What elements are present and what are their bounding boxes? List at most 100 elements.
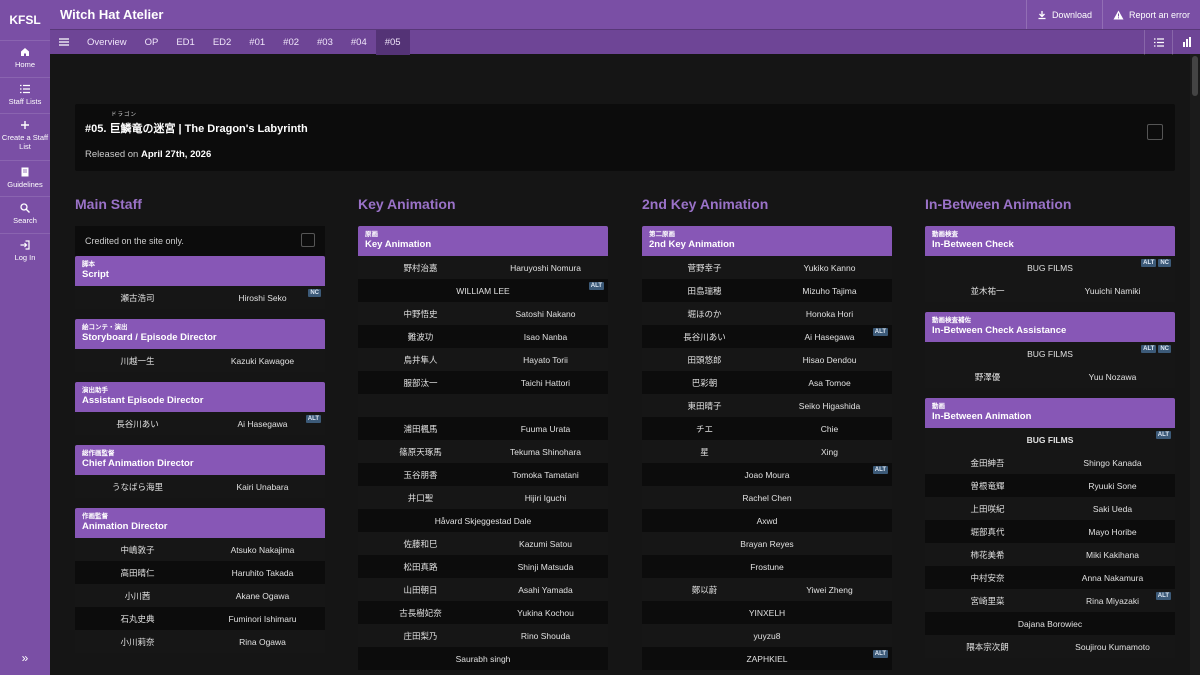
staff-name-jp[interactable]: 中村安奈 <box>925 572 1050 584</box>
staff-name-jp[interactable]: 堀ほのか <box>642 308 767 320</box>
staff-name-jp[interactable]: 堀部真代 <box>925 526 1050 538</box>
staff-name-en[interactable]: Honoka Hori <box>767 309 892 319</box>
staff-name-jp[interactable]: 長谷川あい <box>642 331 767 343</box>
staff-name[interactable]: WILLIAM LEE <box>358 286 608 296</box>
studio-name[interactable]: BUG FILMS <box>925 349 1175 359</box>
tab-overview[interactable]: Overview <box>78 30 136 55</box>
staff-name-jp[interactable]: 星 <box>642 446 767 458</box>
staff-name-en[interactable]: Rina Ogawa <box>200 637 325 647</box>
staff-name-en[interactable]: Ryuuki Sone <box>1050 481 1175 491</box>
staff-name[interactable]: Rachel Chen <box>642 493 892 503</box>
staff-name-en[interactable]: Mayo Horibe <box>1050 527 1175 537</box>
staff-name-jp[interactable]: 小川茜 <box>75 590 200 602</box>
staff-name-en[interactable]: Isao Nanba <box>483 332 608 342</box>
staff-name-jp[interactable]: 服部汰一 <box>358 377 483 389</box>
staff-name-jp[interactable]: 曽根竜輝 <box>925 480 1050 492</box>
tab-ep01[interactable]: #01 <box>240 30 274 55</box>
staff-name-en[interactable]: Haruyoshi Nomura <box>483 263 608 273</box>
staff-name-jp[interactable]: 宮崎里菜 <box>925 595 1050 607</box>
staff-name-jp[interactable]: 中嶋敦子 <box>75 544 200 556</box>
staff-name[interactable]: YINXELH <box>642 608 892 618</box>
scrollbar[interactable] <box>1190 54 1200 675</box>
staff-name-jp[interactable]: 井口聖 <box>358 492 483 504</box>
staff-name-en[interactable]: Atsuko Nakajima <box>200 545 325 555</box>
staff-name-jp[interactable]: チエ <box>642 423 767 435</box>
studio-name[interactable]: BUG FILMS <box>925 435 1175 445</box>
staff-name-en[interactable]: Asahi Yamada <box>483 585 608 595</box>
staff-name-jp[interactable]: 田島瑞穂 <box>642 285 767 297</box>
staff-name-jp[interactable]: 篠原天琢馬 <box>358 446 483 458</box>
staff-name-jp[interactable]: 佐藤和巳 <box>358 538 483 550</box>
staff-name-jp[interactable]: 並木祐一 <box>925 285 1050 297</box>
staff-name-en[interactable]: Kairi Unabara <box>200 482 325 492</box>
staff-name[interactable]: ZAPHKIEL <box>642 654 892 664</box>
menu-icon[interactable] <box>50 30 78 55</box>
staff-name-en[interactable]: Yuuichi Namiki <box>1050 286 1175 296</box>
staff-name-jp[interactable]: 金田紳吾 <box>925 457 1050 469</box>
staff-name[interactable]: Håvard Skjeggestad Dale <box>358 516 608 526</box>
sidebar-item-guidelines[interactable]: Guidelines <box>0 160 50 196</box>
staff-name-jp[interactable]: 田頭悠郎 <box>642 354 767 366</box>
tab-ep05[interactable]: #05 <box>375 29 410 55</box>
staff-name-en[interactable]: Anna Nakamura <box>1050 573 1175 583</box>
staff-name-en[interactable]: Mizuho Tajima <box>767 286 892 296</box>
staff-name[interactable]: Brayan Reyes <box>642 539 892 549</box>
staff-name-en[interactable]: Miki Kakihana <box>1050 550 1175 560</box>
staff-name-en[interactable]: Hiroshi Seko <box>200 293 325 303</box>
sidebar-item-search[interactable]: Search <box>0 196 50 233</box>
scrollbar-thumb[interactable] <box>1192 56 1198 96</box>
staff-name-en[interactable]: Hijiri Iguchi <box>483 493 608 503</box>
staff-name-en[interactable]: Chie <box>767 424 892 434</box>
staff-name-en[interactable]: Fuuma Urata <box>483 424 608 434</box>
staff-name-jp[interactable]: 川越一生 <box>75 355 200 367</box>
staff-name-en[interactable]: Hisao Dendou <box>767 355 892 365</box>
expand-sidebar-icon[interactable]: » <box>0 651 50 665</box>
staff-name-en[interactable]: Kazumi Satou <box>483 539 608 549</box>
sidebar-item-create-a-staff-list[interactable]: Create a Staff List <box>0 113 50 160</box>
staff-name-jp[interactable]: 菅野幸子 <box>642 262 767 274</box>
staff-name-en[interactable]: Xing <box>767 447 892 457</box>
staff-name-jp[interactable]: 鄭以蔚 <box>642 584 767 596</box>
staff-name[interactable]: Saurabh singh <box>358 654 608 664</box>
staff-name-en[interactable]: Shingo Kanada <box>1050 458 1175 468</box>
staff-name-en[interactable]: Satoshi Nakano <box>483 309 608 319</box>
staff-name-en[interactable]: Saki Ueda <box>1050 504 1175 514</box>
staff-name-en[interactable]: Haruhito Takada <box>200 568 325 578</box>
download-button[interactable]: Download <box>1025 0 1102 29</box>
staff-name-en[interactable]: Tekuma Shinohara <box>483 447 608 457</box>
list-view-icon[interactable] <box>1144 29 1172 55</box>
staff-name-jp[interactable]: 小川莉奈 <box>75 636 200 648</box>
staff-name-jp[interactable]: 浦田楓馬 <box>358 423 483 435</box>
tab-op[interactable]: OP <box>136 30 168 55</box>
staff-name-jp[interactable]: 石丸史典 <box>75 613 200 625</box>
note-icon[interactable] <box>1147 124 1163 140</box>
staff-name-en[interactable]: Fuminori Ishimaru <box>200 614 325 624</box>
report-error-button[interactable]: Report an error <box>1101 0 1200 29</box>
staff-name-jp[interactable]: 玉谷朋香 <box>358 469 483 481</box>
staff-name-jp[interactable]: 柿花美希 <box>925 549 1050 561</box>
note-icon[interactable] <box>301 233 315 247</box>
staff-name-en[interactable]: Yukiko Kanno <box>767 263 892 273</box>
staff-name-en[interactable]: Tomoka Tamatani <box>483 470 608 480</box>
staff-name-jp[interactable]: 庄田梨乃 <box>358 630 483 642</box>
staff-name-en[interactable]: Yiwei Zheng <box>767 585 892 595</box>
staff-name-jp[interactable]: 巴彩朝 <box>642 377 767 389</box>
staff-name[interactable]: Frostune <box>642 562 892 572</box>
staff-name-en[interactable]: Kazuki Kawagoe <box>200 356 325 366</box>
staff-name-jp[interactable]: 野澤優 <box>925 371 1050 383</box>
staff-name-jp[interactable]: 古長樹妃奈 <box>358 607 483 619</box>
staff-name-jp[interactable]: 中野悟史 <box>358 308 483 320</box>
staff-name-en[interactable]: Yukina Kochou <box>483 608 608 618</box>
sidebar-item-staff-lists[interactable]: Staff Lists <box>0 77 50 113</box>
chart-view-icon[interactable] <box>1172 29 1200 55</box>
staff-name-en[interactable]: Akane Ogawa <box>200 591 325 601</box>
staff-name-en[interactable]: Taichi Hattori <box>483 378 608 388</box>
staff-name-jp[interactable]: 上田咲紀 <box>925 503 1050 515</box>
staff-name[interactable]: Joao Moura <box>642 470 892 480</box>
staff-name-jp[interactable]: 山田朝日 <box>358 584 483 596</box>
staff-name-en[interactable]: Shinji Matsuda <box>483 562 608 572</box>
staff-name-jp[interactable]: うなばら海里 <box>75 481 200 493</box>
sidebar-item-home[interactable]: Home <box>0 40 50 77</box>
staff-name-en[interactable]: Yuu Nozawa <box>1050 372 1175 382</box>
staff-name-jp[interactable]: 瀬古浩司 <box>75 292 200 304</box>
